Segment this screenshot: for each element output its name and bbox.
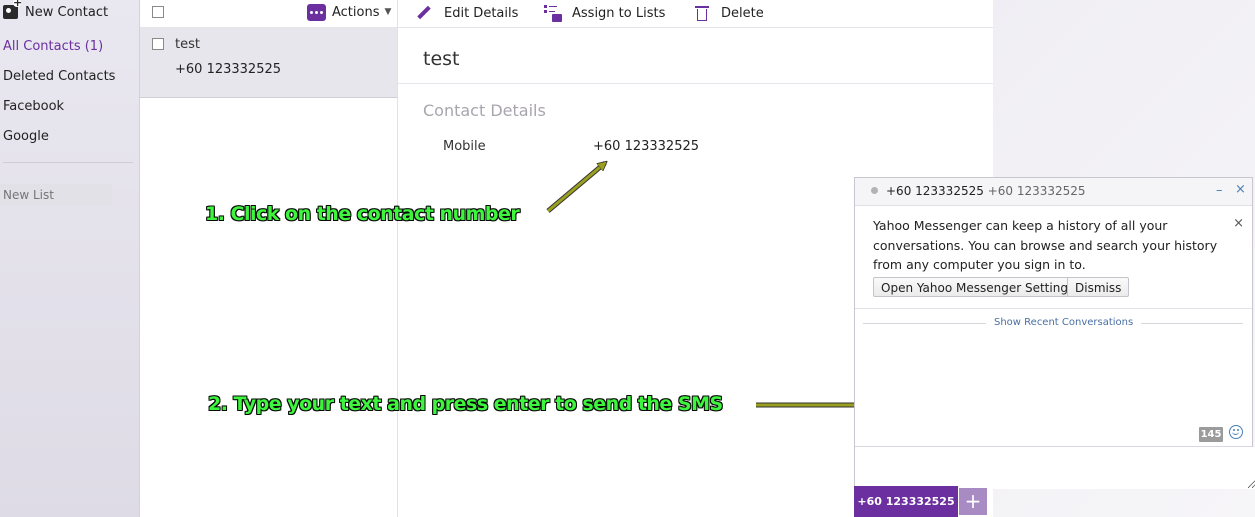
presence-dot-icon [871, 187, 878, 194]
notice-close-icon[interactable]: × [1233, 216, 1244, 231]
dismiss-button[interactable]: Dismiss [1067, 277, 1130, 297]
notice-divider [855, 308, 1252, 309]
chat-title: +60 123332525 +60 123332525 [886, 184, 1086, 198]
add-chat-tab-button[interactable]: + [959, 488, 987, 515]
show-recent-conversations-link[interactable]: Show Recent Conversations [986, 317, 1142, 328]
close-icon[interactable]: × [1235, 182, 1246, 197]
minimize-icon[interactable]: – [1216, 183, 1223, 198]
arrow-to-number [547, 163, 605, 213]
chat-title-number: +60 123332525 [886, 184, 984, 198]
chat-window: +60 123332525 +60 123332525 – × Yahoo Me… [854, 177, 1255, 489]
history-notice: Yahoo Messenger can keep a history of al… [873, 218, 1218, 272]
character-counter: 145 [1199, 427, 1223, 442]
chat-header: +60 123332525 +60 123332525 – × [855, 178, 1252, 206]
open-settings-button[interactable]: Open Yahoo Messenger Settings [873, 277, 1083, 297]
chat-title-subtitle: +60 123332525 [987, 184, 1086, 198]
annotation-step-1: 1. Click on the contact number [205, 203, 520, 225]
emoticon-icon[interactable] [1229, 425, 1243, 439]
message-input[interactable] [855, 447, 1255, 489]
annotation-step-2: 2. Type your text and press enter to sen… [208, 393, 723, 415]
chat-tab[interactable]: +60 123332525 [854, 486, 958, 517]
